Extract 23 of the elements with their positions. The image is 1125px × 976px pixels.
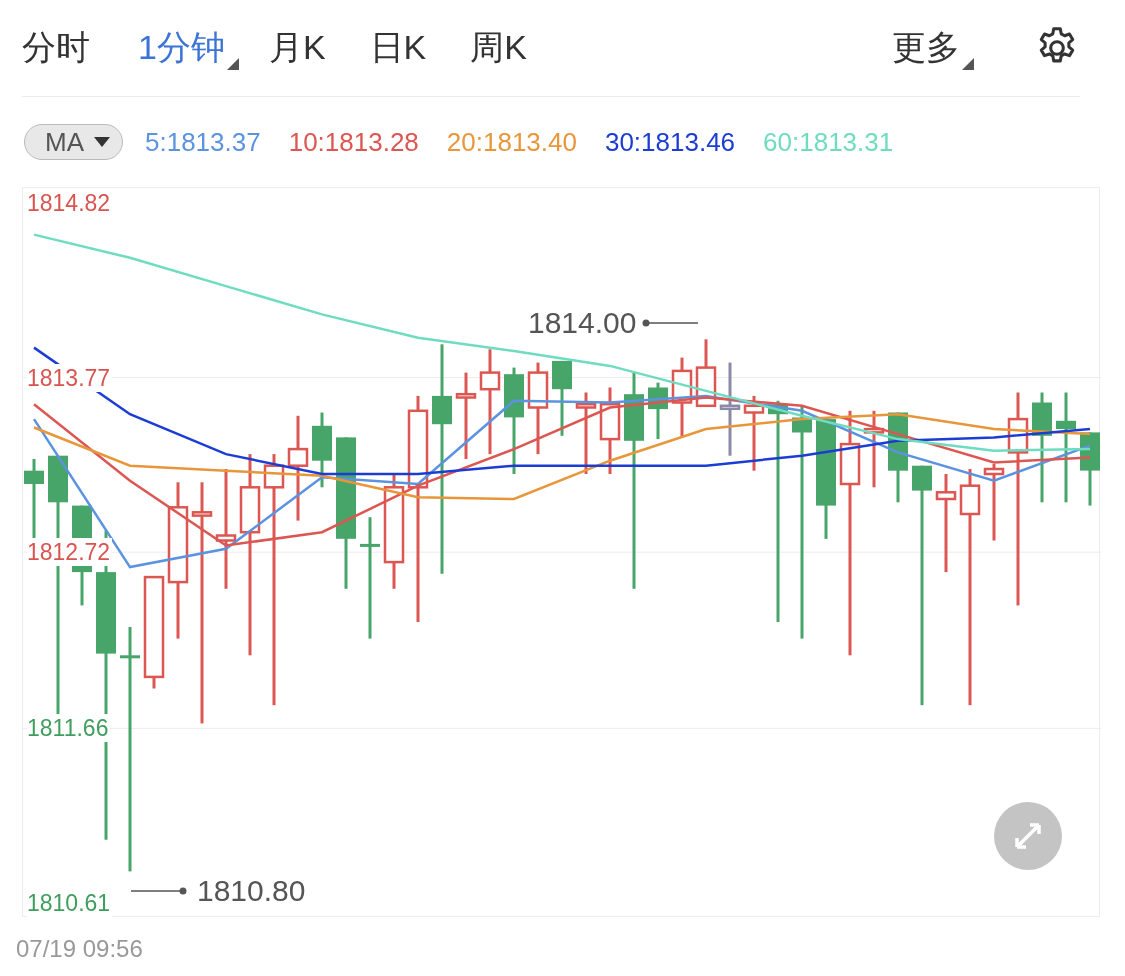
tab[interactable]: 1分钟	[138, 18, 239, 78]
legend-label: 20:1813.40	[446, 126, 577, 158]
candlestick	[648, 382, 668, 440]
axis-label: 1811.66	[27, 714, 111, 743]
indicator-dropdown[interactable]: MA	[24, 124, 123, 160]
tab[interactable]: 周K	[470, 18, 541, 78]
tab[interactable]: 月K	[268, 18, 340, 78]
more-menu[interactable]: 更多	[892, 18, 974, 78]
price-label: 1810.80	[197, 874, 306, 908]
legend-label: 60:1813.31	[763, 126, 894, 158]
leader-line	[642, 318, 699, 328]
caret-icon	[94, 137, 110, 147]
leader-line	[131, 886, 187, 896]
candlestick	[695, 339, 717, 408]
tab[interactable]: 分时	[22, 18, 104, 78]
legend-label: 30:1813.46	[604, 126, 736, 158]
axis-label: 1813.77	[27, 363, 113, 392]
price-label: 1814.00	[528, 306, 637, 340]
timestamp: 07/19 09:56	[16, 935, 144, 963]
legend-label: 10:1813.28	[288, 126, 419, 158]
axis-label: 1812.72	[27, 538, 113, 567]
legend-label: 5:1813.37	[145, 126, 261, 158]
tab[interactable]: 日K	[369, 18, 441, 78]
